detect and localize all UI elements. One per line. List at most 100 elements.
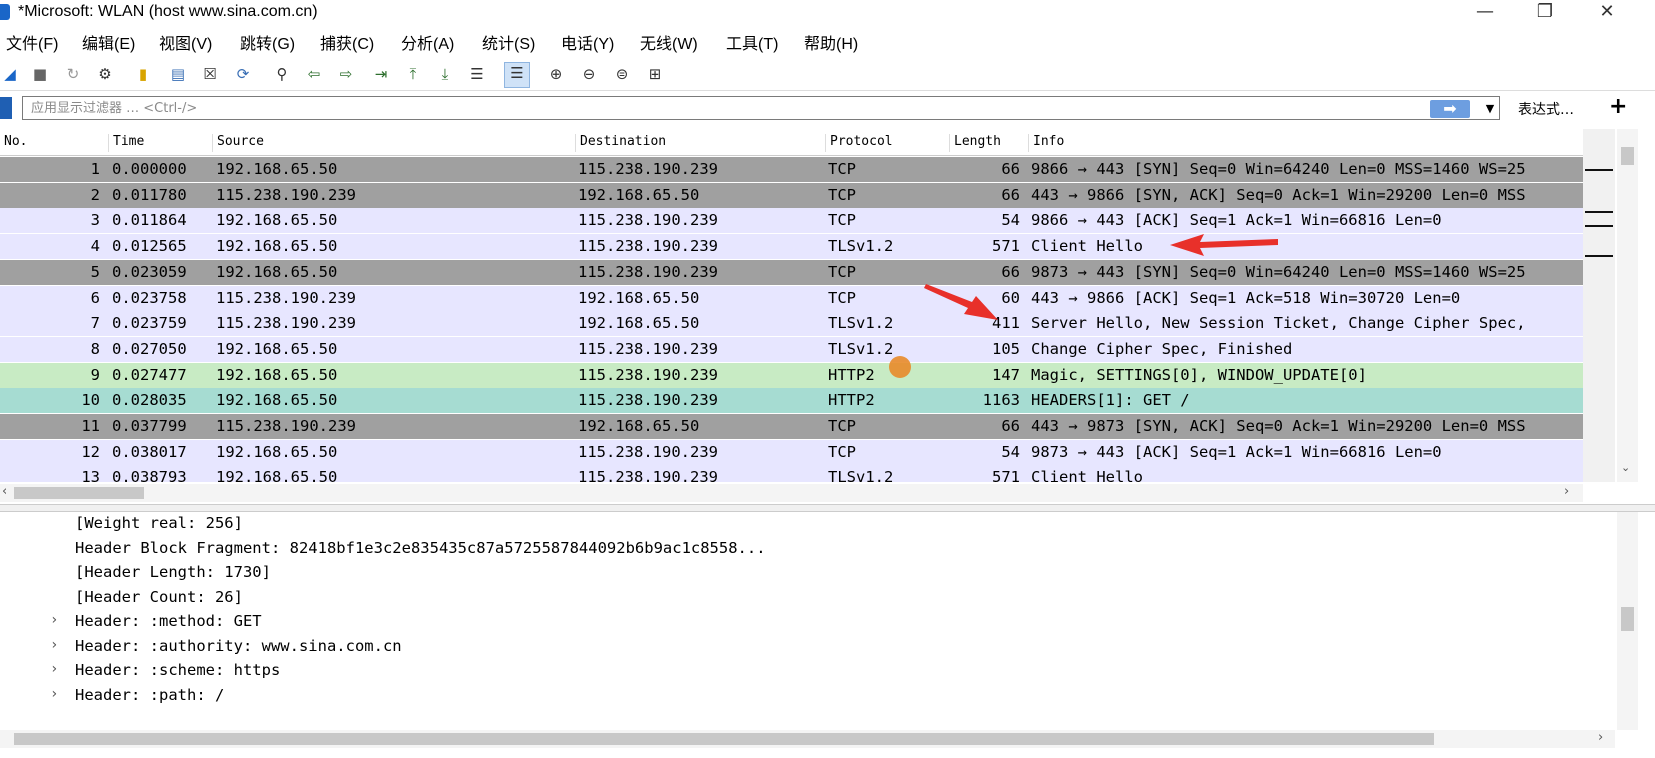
save-file-icon[interactable]: ▤ — [168, 64, 188, 84]
scroll-left-icon[interactable]: ‹ — [2, 484, 7, 499]
column-source[interactable]: Source — [212, 134, 264, 152]
expand-chevron-icon[interactable]: › — [50, 686, 58, 702]
bookmark-icon[interactable] — [0, 97, 12, 119]
go-back-icon[interactable]: ⇦ — [304, 64, 324, 84]
first-packet-icon[interactable]: ⤒ — [403, 64, 423, 84]
expand-chevron-icon[interactable]: › — [50, 637, 58, 653]
packet-cell-no: 2 — [90, 185, 100, 204]
packet-row[interactable]: 11 0.037799 115.238.190.239 192.168.65.50 TC… — [0, 414, 1583, 439]
packet-row[interactable]: 8 0.027050 192.168.65.50 115.238.190.239 TLS… — [0, 336, 1583, 362]
packet-cell-src: 192.168.65.50 — [216, 339, 338, 358]
menu-go[interactable]: 跳转(G) — [240, 30, 295, 54]
menu-wireless[interactable]: 无线(W) — [640, 30, 698, 54]
packet-cell-time: 0.038017 — [112, 442, 187, 461]
packet-list-vertical-scrollbar[interactable]: ⌄ — [1617, 129, 1638, 482]
autoscroll-icon[interactable]: ☰ — [467, 64, 487, 84]
reload-icon[interactable]: ⟳ — [233, 64, 253, 84]
annotation-arrow-server-hello — [924, 284, 998, 320]
packet-cell-no: 6 — [90, 288, 100, 307]
restart-icon[interactable]: ↻ — [63, 64, 83, 84]
scroll-right-icon[interactable]: › — [1564, 484, 1569, 499]
menu-telephony[interactable]: 电话(Y) — [561, 30, 614, 54]
packet-row[interactable]: 1 0.000000 192.168.65.50 115.238.190.239 TCP… — [0, 157, 1583, 182]
scroll-right-icon[interactable]: › — [1598, 730, 1603, 745]
scrollbar-thumb[interactable] — [1621, 607, 1634, 631]
packet-cell-time: 0.037799 — [112, 417, 187, 435]
scrollbar-thumb[interactable] — [14, 733, 1434, 745]
detail-text: [Weight real: 256] — [75, 514, 243, 532]
shark-fin-start-icon[interactable]: ◢ — [0, 64, 20, 84]
packet-cell-info: Server Hello, New Session Ticket, Change… — [1031, 314, 1526, 333]
go-forward-icon[interactable]: ⇨ — [336, 64, 356, 84]
menu-analyze[interactable]: 分析(A) — [401, 30, 454, 54]
scrollbar-thumb[interactable] — [1621, 147, 1634, 165]
zoom-reset-icon[interactable]: ⊜ — [612, 64, 632, 84]
expand-chevron-icon[interactable]: › — [50, 661, 58, 677]
menu-edit[interactable]: 编辑(E) — [82, 30, 135, 54]
pane-splitter[interactable] — [0, 504, 1655, 512]
last-packet-icon[interactable]: ⤓ — [435, 64, 455, 84]
menu-tools[interactable]: 工具(T) — [726, 30, 778, 54]
packet-cell-proto: TLSv1.2 — [828, 468, 894, 482]
packet-row[interactable]: 4 0.012565 192.168.65.50 115.238.190.239 TLS… — [0, 234, 1583, 260]
column-info[interactable]: Info — [1028, 134, 1064, 152]
menu-capture[interactable]: 捕获(C) — [320, 30, 374, 54]
menu-help[interactable]: 帮助(H) — [804, 30, 858, 54]
packet-row[interactable]: 12 0.038017 192.168.65.50 115.238.190.239 TC… — [0, 439, 1583, 465]
packet-cell-len: 571 — [992, 237, 1020, 256]
packet-row[interactable]: 2 0.011780 115.238.190.239 192.168.65.50 TCP… — [0, 182, 1583, 208]
packet-row[interactable]: 5 0.023059 192.168.65.50 115.238.190.239 TCP… — [0, 259, 1583, 285]
packet-cell-dst: 192.168.65.50 — [578, 288, 700, 307]
packet-list-horizontal-scrollbar[interactable]: ‹ › — [0, 484, 1583, 502]
options-gear-icon[interactable]: ⚙ — [95, 64, 115, 84]
detail-text: [Header Count: 26] — [75, 587, 243, 606]
menu-statistics[interactable]: 统计(S) — [482, 30, 535, 54]
packet-row[interactable]: 9 0.027477 192.168.65.50 115.238.190.239 HTT… — [0, 362, 1583, 388]
packet-cell-time: 0.028035 — [112, 391, 187, 410]
column-destination[interactable]: Destination — [575, 134, 666, 152]
add-filter-button[interactable]: + — [1609, 94, 1627, 119]
title-bar: *Microsoft: WLAN (host www.sina.com.cn) … — [0, 0, 1655, 26]
restore-button[interactable]: ❐ — [1522, 0, 1568, 26]
column-no[interactable]: No. — [0, 134, 27, 152]
scrollbar-thumb[interactable] — [14, 487, 144, 499]
expand-chevron-icon[interactable]: › — [50, 612, 58, 628]
packet-list: No. Time Source Destination Protocol Len… — [0, 129, 1583, 482]
packet-cell-info: Client Hello — [1031, 237, 1143, 256]
menu-file[interactable]: 文件(F) — [6, 30, 58, 54]
packet-row[interactable]: 6 0.023758 115.238.190.239 192.168.65.50 TCP… — [0, 285, 1583, 311]
packet-cell-dst: 115.238.190.239 — [578, 160, 718, 178]
colorize-icon[interactable]: ☰ — [504, 62, 530, 88]
column-time[interactable]: Time — [108, 134, 144, 152]
packet-row[interactable]: 3 0.011864 192.168.65.50 115.238.190.239 TCP… — [0, 208, 1583, 234]
display-filter-input[interactable]: 应用显示过滤器 … <Ctrl-/> — [22, 96, 1500, 120]
column-length[interactable]: Length — [949, 134, 1001, 152]
close-file-icon[interactable]: ☒ — [200, 64, 220, 84]
details-horizontal-scrollbar[interactable]: › — [0, 730, 1615, 748]
go-to-packet-icon[interactable]: ⇥ — [371, 64, 391, 84]
details-vertical-scrollbar[interactable] — [1617, 512, 1638, 730]
packet-row[interactable]: 10 0.028035 192.168.65.50 115.238.190.239 HT… — [0, 388, 1583, 414]
filter-history-dropdown[interactable]: ▼ — [1480, 98, 1500, 120]
zoom-in-icon[interactable]: ⊕ — [546, 64, 566, 84]
find-icon[interactable]: ⚲ — [272, 64, 292, 84]
expression-button[interactable]: 表达式… — [1518, 99, 1574, 119]
minimize-button[interactable]: — — [1462, 0, 1508, 26]
apply-filter-button[interactable]: ➡ — [1430, 100, 1470, 118]
packet-row[interactable]: 13 0.038793 192.168.65.50 115.238.190.239 TL… — [0, 465, 1583, 482]
open-file-icon[interactable]: ▮ — [133, 64, 153, 84]
resize-columns-icon[interactable]: ⊞ — [645, 64, 665, 84]
stop-icon[interactable]: ■ — [30, 64, 50, 84]
packet-cell-info: Change Cipher Spec, Finished — [1031, 339, 1293, 358]
packet-cell-no: 7 — [90, 314, 100, 333]
menu-view[interactable]: 视图(V) — [159, 30, 212, 54]
zoom-out-icon[interactable]: ⊖ — [579, 64, 599, 84]
column-protocol[interactable]: Protocol — [825, 134, 893, 152]
packet-cell-no: 3 — [90, 211, 100, 230]
annotation-arrow-client-hello — [1170, 234, 1278, 256]
packet-row[interactable]: 7 0.023759 115.238.190.239 192.168.65.50 TLS… — [0, 311, 1583, 337]
scroll-down-icon[interactable]: ⌄ — [1621, 461, 1630, 474]
packet-cell-proto: TCP — [828, 160, 856, 178]
close-button[interactable]: ✕ — [1584, 0, 1630, 26]
packet-minimap[interactable] — [1583, 129, 1615, 482]
